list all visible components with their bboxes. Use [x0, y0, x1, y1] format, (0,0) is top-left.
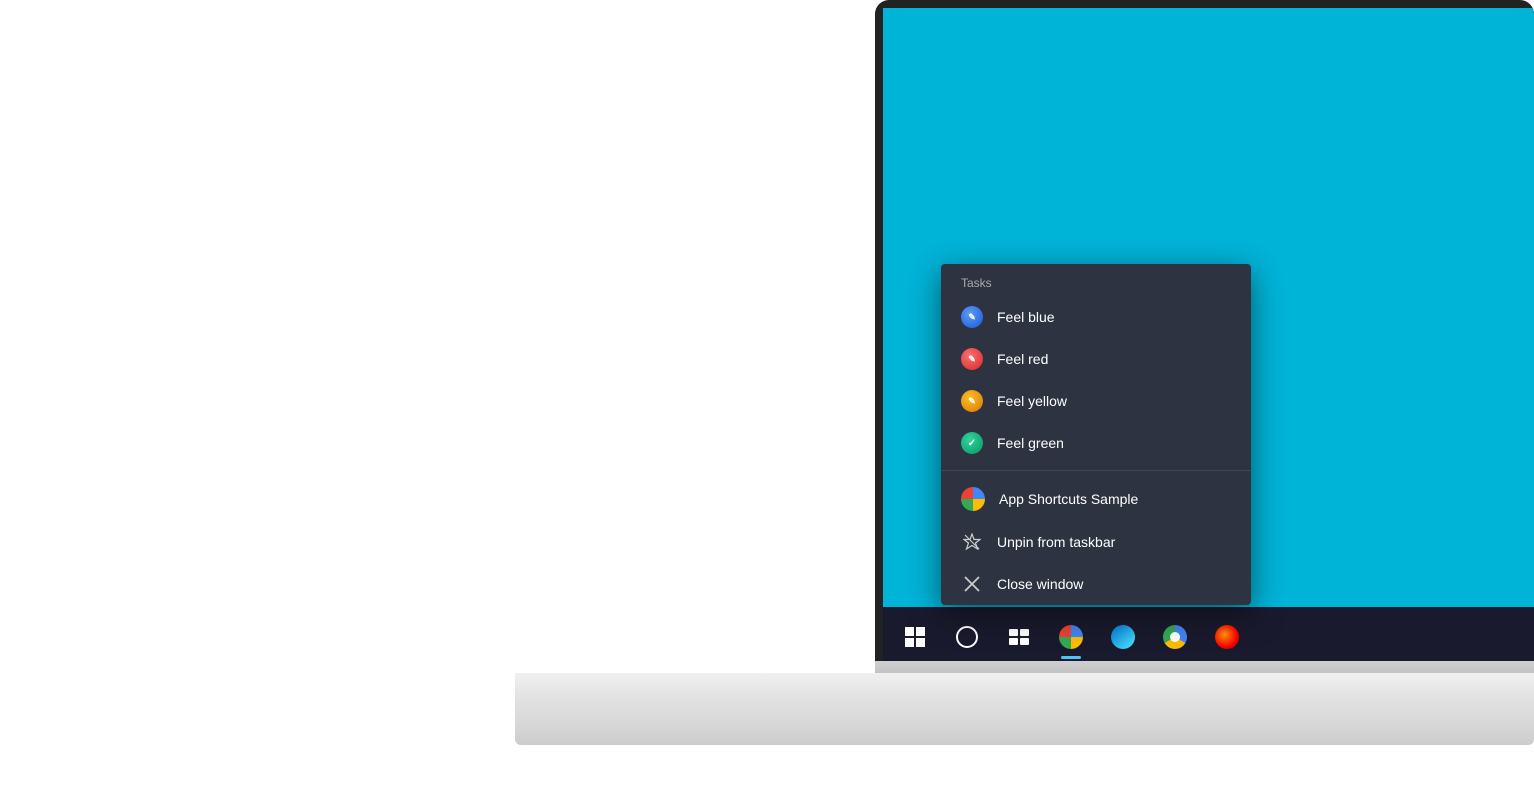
- edge-icon: [1111, 625, 1135, 649]
- search-button[interactable]: [943, 613, 991, 661]
- unpin-icon: [961, 531, 983, 553]
- chrome-taskbar-icon[interactable]: [1151, 613, 1199, 661]
- feel-yellow-item[interactable]: ✎ Feel yellow: [941, 380, 1251, 422]
- close-window-icon: [961, 573, 983, 595]
- firefox-icon: [1215, 625, 1239, 649]
- chrome-icon: [1163, 625, 1187, 649]
- feel-yellow-icon: ✎: [961, 390, 983, 412]
- feel-green-icon: ✓: [961, 432, 983, 454]
- app-shortcuts-taskbar-icon[interactable]: [1047, 613, 1095, 661]
- feel-blue-label: Feel blue: [997, 309, 1055, 325]
- context-menu: Tasks ✎ Feel blue ✎ Feel red ✎ Fe: [941, 264, 1251, 605]
- laptop-base: [515, 673, 1534, 745]
- app-shortcuts-sample-item[interactable]: App Shortcuts Sample: [941, 477, 1251, 521]
- windows-icon: [905, 627, 925, 647]
- task-view-button[interactable]: [995, 613, 1043, 661]
- feel-blue-icon: ✎: [961, 306, 983, 328]
- app-shortcuts-menu-icon: [961, 487, 985, 511]
- start-button[interactable]: [891, 613, 939, 661]
- tasks-section-label: Tasks: [941, 264, 1251, 296]
- unpin-label: Unpin from taskbar: [997, 534, 1115, 550]
- screen-content: Tasks ✎ Feel blue ✎ Feel red ✎ Fe: [883, 8, 1534, 667]
- unpin-taskbar-item[interactable]: Unpin from taskbar: [941, 521, 1251, 563]
- edge-taskbar-icon[interactable]: [1099, 613, 1147, 661]
- feel-red-item[interactable]: ✎ Feel red: [941, 338, 1251, 380]
- taskbar: [883, 607, 1534, 667]
- feel-yellow-label: Feel yellow: [997, 393, 1067, 409]
- feel-red-icon: ✎: [961, 348, 983, 370]
- menu-separator-1: [941, 470, 1251, 471]
- feel-red-label: Feel red: [997, 351, 1048, 367]
- feel-green-label: Feel green: [997, 435, 1064, 451]
- feel-green-item[interactable]: ✓ Feel green: [941, 422, 1251, 464]
- snap-layouts-icon: [1009, 629, 1029, 645]
- app-shortcuts-label: App Shortcuts Sample: [999, 491, 1138, 507]
- laptop-screen-frame: Tasks ✎ Feel blue ✎ Feel red ✎ Fe: [875, 0, 1534, 675]
- feel-blue-item[interactable]: ✎ Feel blue: [941, 296, 1251, 338]
- close-window-label: Close window: [997, 576, 1083, 592]
- close-window-item[interactable]: Close window: [941, 563, 1251, 605]
- search-icon: [956, 626, 978, 648]
- firefox-taskbar-icon[interactable]: [1203, 613, 1251, 661]
- app-shortcuts-icon: [1059, 625, 1083, 649]
